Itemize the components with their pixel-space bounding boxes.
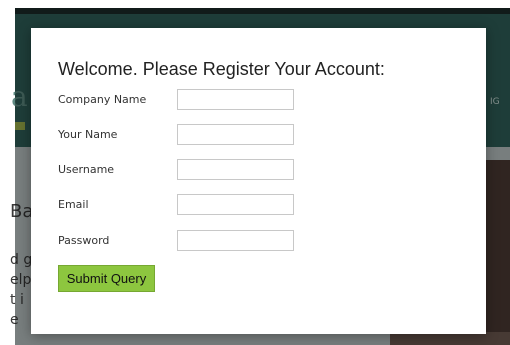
password-label: Password xyxy=(58,234,110,247)
email-row: Email xyxy=(58,194,318,218)
password-row: Password xyxy=(58,230,318,254)
submit-query-button[interactable]: Submit Query xyxy=(58,265,155,292)
screen: a IG Ba d g elp t i e Welcome. Please Re… xyxy=(0,0,510,345)
company-name-row: Company Name xyxy=(58,89,318,113)
your-name-label: Your Name xyxy=(58,128,118,141)
username-input[interactable] xyxy=(177,159,294,180)
email-input[interactable] xyxy=(177,194,294,215)
registration-modal: Welcome. Please Register Your Account: C… xyxy=(31,28,486,334)
your-name-input[interactable] xyxy=(177,124,294,145)
username-row: Username xyxy=(58,159,318,183)
password-input[interactable] xyxy=(177,230,294,251)
email-label: Email xyxy=(58,198,89,211)
username-label: Username xyxy=(58,163,115,176)
company-name-label: Company Name xyxy=(58,93,147,106)
company-name-input[interactable] xyxy=(177,89,294,110)
modal-title: Welcome. Please Register Your Account: xyxy=(58,59,385,79)
your-name-row: Your Name xyxy=(58,124,318,148)
